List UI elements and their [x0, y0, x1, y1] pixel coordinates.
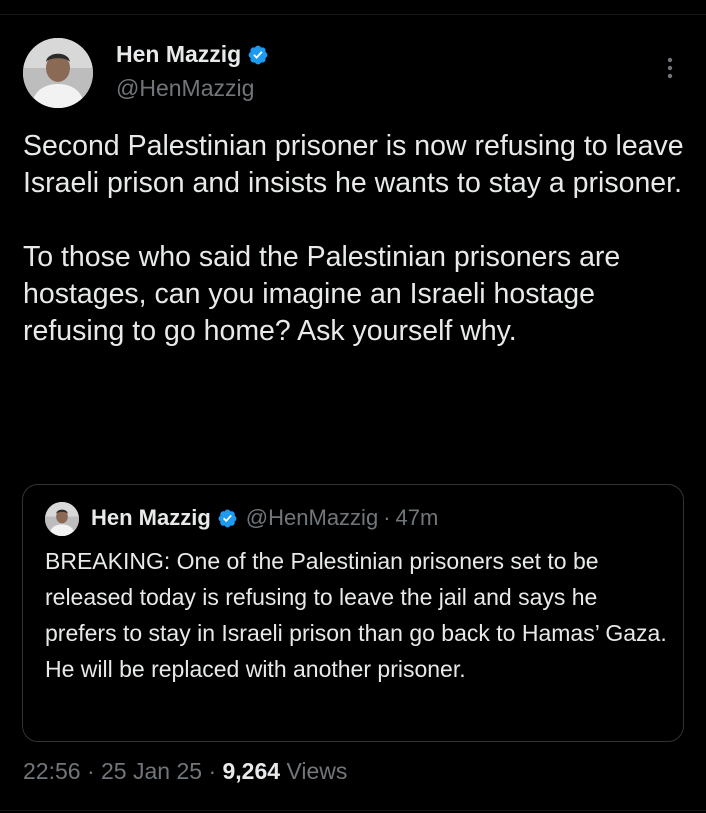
meta-separator: · [208, 758, 217, 784]
tweet-paragraph: Second Palestinian prisoner is now refus… [23, 130, 684, 199]
tweet-text: Second Palestinian prisoner is now refus… [23, 128, 688, 350]
meta-separator: · [86, 758, 95, 784]
quoted-header: Hen Mazzig @HenMazzig · 47m [91, 505, 438, 531]
quoted-time: 47m [395, 505, 439, 530]
author-name-text[interactable]: Hen Mazzig [116, 41, 241, 68]
verified-badge-icon [248, 45, 268, 64]
quoted-text: BREAKING: One of the Palestinian prisone… [45, 548, 667, 682]
quoted-author-avatar [45, 502, 79, 536]
tweet-paragraph: To those who said the Palestinian prison… [23, 241, 621, 347]
author-display-name[interactable]: Hen Mazzig [116, 41, 269, 68]
author-avatar[interactable] [23, 38, 93, 108]
author-handle[interactable]: @HenMazzig [116, 75, 254, 102]
views-count: 9,264 [222, 758, 281, 784]
avatar-image [23, 38, 93, 108]
quoted-verified-badge-icon [218, 509, 237, 527]
quoted-author-handle: @HenMazzig [245, 505, 379, 530]
more-vertical-icon[interactable] [660, 56, 680, 80]
timestamp-date[interactable]: 25 Jan 25 [101, 758, 202, 784]
bottom-divider [0, 810, 706, 811]
views-label: Views [286, 758, 348, 784]
quoted-tweet[interactable]: Hen Mazzig @HenMazzig · 47m BREAKING: On… [22, 484, 684, 742]
quoted-separator: · [383, 505, 391, 530]
tweet[interactable]: Hen Mazzig @HenMazzig Second Palestinian… [0, 0, 706, 813]
timestamp-time[interactable]: 22:56 [23, 758, 81, 784]
quoted-author-name: Hen Mazzig [91, 505, 211, 530]
tweet-meta: 22:56 · 25 Jan 25 · 9,264 Views [23, 758, 347, 785]
quoted-avatar-image [45, 502, 79, 536]
